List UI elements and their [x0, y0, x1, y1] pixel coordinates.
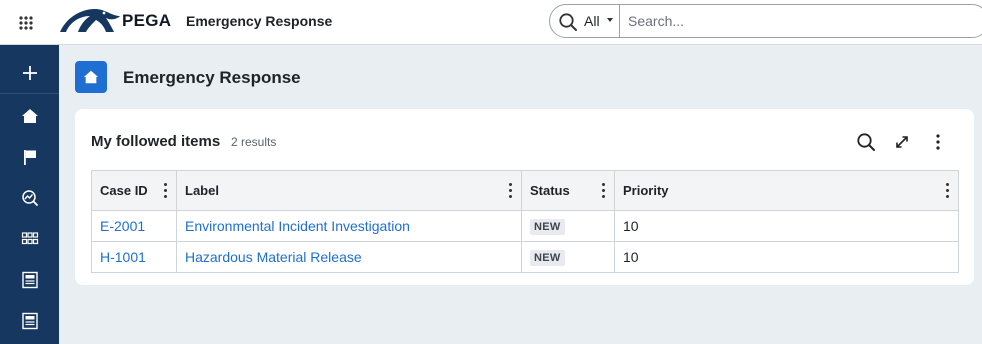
status-badge: NEW — [530, 250, 565, 266]
app-launcher-icon[interactable] — [14, 11, 38, 35]
label-cell: Hazardous Material Release — [176, 241, 522, 273]
status-cell: NEW — [521, 210, 615, 242]
result-count: 2 results — [231, 135, 277, 149]
column-label: Status — [530, 183, 570, 198]
followed-items-card: My followed items 2 results Case ID Labe… — [75, 109, 974, 285]
sidebar-item-home[interactable] — [0, 95, 59, 136]
pega-logo-icon — [60, 8, 120, 32]
table-row: E-2001 Environmental Incident Investigat… — [91, 210, 959, 242]
more-vertical-icon[interactable] — [602, 183, 606, 199]
search-divider — [619, 5, 620, 37]
global-search: All — [549, 4, 982, 38]
search-icon[interactable] — [558, 12, 578, 32]
case-id-link[interactable]: H-1001 — [100, 249, 146, 265]
case-label-link[interactable]: Environmental Incident Investigation — [185, 218, 410, 234]
table-row: H-1001 Hazardous Material Release NEW 10 — [91, 241, 959, 273]
followed-items-table: Case ID Label Status Priority E-2001 Env… — [91, 170, 959, 273]
chevron-down-icon[interactable] — [607, 18, 613, 22]
search-input[interactable] — [622, 7, 962, 35]
table-header-row: Case ID Label Status Priority — [91, 170, 959, 211]
priority-cell: 10 — [614, 210, 959, 242]
search-scope-select[interactable]: All — [584, 13, 600, 29]
page-title: Emergency Response — [123, 68, 301, 87]
sidebar-item-create[interactable] — [0, 53, 59, 94]
card-more-button[interactable] — [927, 131, 949, 153]
expand-icon — [896, 136, 908, 148]
column-header-case-id[interactable]: Case ID — [91, 170, 177, 211]
sidebar — [0, 45, 59, 344]
sidebar-item-documents-1[interactable] — [0, 259, 59, 300]
column-header-label[interactable]: Label — [176, 170, 522, 211]
card-title: My followed items — [91, 133, 221, 150]
more-vertical-icon — [936, 134, 940, 150]
more-vertical-icon[interactable] — [164, 183, 168, 199]
status-cell: NEW — [521, 241, 615, 273]
search-icon — [857, 133, 875, 151]
column-header-priority[interactable]: Priority — [614, 170, 959, 211]
column-header-status[interactable]: Status — [521, 170, 615, 211]
column-label: Case ID — [100, 183, 148, 198]
document-icon — [21, 312, 38, 329]
case-id-cell: E-2001 — [91, 210, 177, 242]
document-icon — [21, 271, 38, 288]
card-expand-button[interactable] — [891, 131, 913, 153]
sidebar-item-flag[interactable] — [0, 136, 59, 177]
case-label-link[interactable]: Hazardous Material Release — [185, 249, 362, 265]
column-label: Priority — [623, 183, 669, 198]
case-id-cell: H-1001 — [91, 241, 177, 273]
home-icon — [83, 70, 99, 84]
case-id-link[interactable]: E-2001 — [100, 218, 145, 234]
priority-cell: 10 — [614, 241, 959, 273]
sidebar-item-documents-2[interactable] — [0, 300, 59, 341]
top-bar: PEGA Emergency Response All — [0, 0, 982, 45]
plus-icon — [22, 66, 37, 80]
page-home-badge — [75, 61, 107, 93]
more-vertical-icon[interactable] — [509, 183, 513, 199]
flag-icon — [23, 149, 36, 165]
card-search-button[interactable] — [855, 131, 877, 153]
app-title: Emergency Response — [186, 13, 333, 29]
more-vertical-icon[interactable] — [946, 183, 950, 199]
chart-search-icon — [21, 189, 38, 206]
status-badge: NEW — [530, 219, 565, 235]
label-cell: Environmental Incident Investigation — [176, 210, 522, 242]
sidebar-item-apps[interactable] — [0, 218, 59, 259]
home-icon — [21, 108, 38, 123]
column-label: Label — [185, 183, 219, 198]
sidebar-item-explore-data[interactable] — [0, 177, 59, 218]
brand-name: PEGA — [122, 11, 172, 30]
grid-icon — [21, 231, 38, 244]
